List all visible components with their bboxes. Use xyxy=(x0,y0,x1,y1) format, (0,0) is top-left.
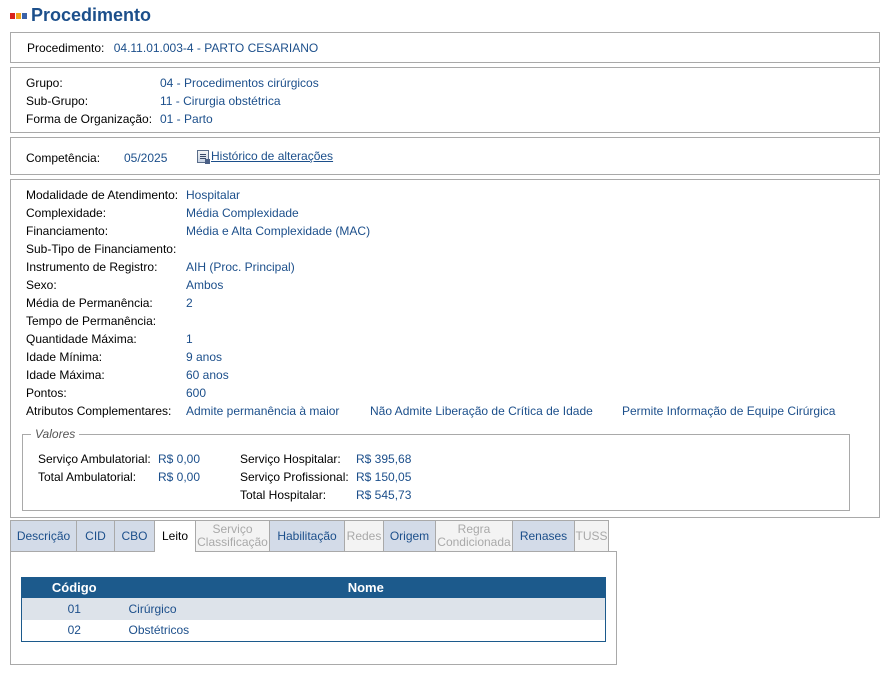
media-permanencia-value: 2 xyxy=(186,296,193,310)
pontos-value: 600 xyxy=(186,386,207,400)
page-title: Procedimento xyxy=(31,4,152,25)
idade-maxima-label: Idade Máxima: xyxy=(26,368,105,382)
group-label: Grupo: xyxy=(26,76,63,90)
cell-codigo: 02 xyxy=(67,623,81,638)
instrumento-label: Instrumento de Registro: xyxy=(26,260,158,274)
competence-panel: Competência: 05/2025 Histórico de altera… xyxy=(10,137,880,175)
cell-nome: Obstétricos xyxy=(128,623,190,638)
servico-hospitalar-label: Serviço Hospitalar: xyxy=(240,452,341,466)
servico-ambulatorial-value: R$ 0,00 xyxy=(158,452,201,466)
organization-value: 01 - Parto xyxy=(160,112,213,126)
group-value: 04 - Procedimentos cirúrgicos xyxy=(160,76,319,90)
cell-codigo: 01 xyxy=(21,597,127,620)
atributos-label: Atributos Complementares: xyxy=(26,404,172,418)
history-icon[interactable] xyxy=(197,150,210,164)
column-header-nome[interactable]: Nome xyxy=(126,577,606,598)
table-row[interactable]: 01 Cirúrgico xyxy=(21,597,606,620)
atributo-item: Admite permanência à maior xyxy=(186,404,340,418)
financiamento-value: Média e Alta Complexidade (MAC) xyxy=(186,224,371,238)
competence-label: Competência: xyxy=(26,151,101,165)
complexidade-label: Complexidade: xyxy=(26,206,107,220)
tab-servico-classificacao[interactable]: Serviço Classificação xyxy=(195,520,270,551)
servico-profissional-label: Serviço Profissional: xyxy=(240,470,349,484)
details-panel: Modalidade de Atendimento: Hospitalar Co… xyxy=(10,179,880,518)
modalidade-label: Modalidade de Atendimento: xyxy=(26,188,179,202)
procedure-icon xyxy=(10,13,27,19)
tab-origem[interactable]: Origem xyxy=(383,520,436,551)
tab-habilitacao[interactable]: Habilitação xyxy=(269,520,345,551)
history-link[interactable]: Histórico de alterações xyxy=(211,149,333,163)
sexo-value: Ambos xyxy=(186,278,224,292)
tab-renases[interactable]: Renases xyxy=(512,520,575,551)
valores-legend: Valores xyxy=(35,427,76,441)
tab-tuss[interactable]: TUSS xyxy=(574,520,609,551)
media-permanencia-label: Média de Permanência: xyxy=(26,296,153,310)
servico-ambulatorial-label: Serviço Ambulatorial: xyxy=(38,452,151,466)
competence-value: 05/2025 xyxy=(124,151,168,165)
leito-table: Código Nome 01 Cirúrgico 02 Obstétricos xyxy=(21,577,606,642)
servico-hospitalar-value: R$ 395,68 xyxy=(356,452,412,466)
modalidade-value: Hospitalar xyxy=(186,188,241,202)
total-ambulatorial-label: Total Ambulatorial: xyxy=(38,470,137,484)
tab-descricao[interactable]: Descrição xyxy=(10,520,77,551)
tab-bar: Descrição CID CBO Leito Serviço Classifi… xyxy=(10,520,609,552)
subgroup-value: 11 - Cirurgia obstétrica xyxy=(160,94,281,108)
classification-panel: Grupo: 04 - Procedimentos cirúrgicos Sub… xyxy=(10,67,880,133)
financiamento-label: Financiamento: xyxy=(26,224,109,238)
tab-cbo[interactable]: CBO xyxy=(114,520,155,551)
procedure-value: 04.11.01.003-4 - PARTO CESARIANO xyxy=(113,41,319,55)
procedure-panel: Procedimento: 04.11.01.003-4 - PARTO CES… xyxy=(10,32,880,63)
column-header-codigo[interactable]: Código xyxy=(21,577,127,598)
tab-cid[interactable]: CID xyxy=(76,520,115,551)
table-row[interactable]: 02 Obstétricos xyxy=(22,620,606,642)
procedure-label: Procedimento: xyxy=(27,41,105,55)
idade-minima-label: Idade Mínima: xyxy=(26,350,103,364)
idade-maxima-value: 60 anos xyxy=(186,368,229,382)
atributo-item: Permite Informação de Equipe Cirúrgica xyxy=(622,404,836,418)
valores-fieldset: Valores xyxy=(22,427,850,511)
total-hospitalar-value: R$ 545,73 xyxy=(356,488,412,502)
idade-minima-value: 9 anos xyxy=(186,350,223,364)
quantidade-maxima-value: 1 xyxy=(186,332,193,346)
subgroup-label: Sub-Grupo: xyxy=(26,94,89,108)
page-header: Procedimento xyxy=(10,4,151,26)
cell-nome: Cirúrgico xyxy=(126,597,606,620)
atributo-item: Não Admite Liberação de Crítica de Idade xyxy=(370,404,593,418)
sexo-label: Sexo: xyxy=(26,278,57,292)
complexidade-value: Média Complexidade xyxy=(186,206,299,220)
tab-regra-condicionada[interactable]: Regra Condicionada xyxy=(435,520,513,551)
pontos-label: Pontos: xyxy=(26,386,67,400)
tempo-permanencia-label: Tempo de Permanência: xyxy=(26,314,157,328)
tab-redes[interactable]: Redes xyxy=(344,520,384,551)
servico-profissional-value: R$ 150,05 xyxy=(356,470,412,484)
organization-label: Forma de Organização: xyxy=(26,112,153,126)
tab-servico-label-2: Classificação xyxy=(197,535,268,549)
total-ambulatorial-value: R$ 0,00 xyxy=(158,470,201,484)
tab-regra-label-2: Condicionada xyxy=(437,535,511,549)
instrumento-value: AIH (Proc. Principal) xyxy=(186,260,295,274)
table-header-row: Código Nome xyxy=(21,577,606,598)
subtipo-label: Sub-Tipo de Financiamento: xyxy=(26,242,177,256)
quantidade-maxima-label: Quantidade Máxima: xyxy=(26,332,137,346)
tab-leito[interactable]: Leito xyxy=(154,520,196,552)
total-hospitalar-label: Total Hospitalar: xyxy=(240,488,327,502)
